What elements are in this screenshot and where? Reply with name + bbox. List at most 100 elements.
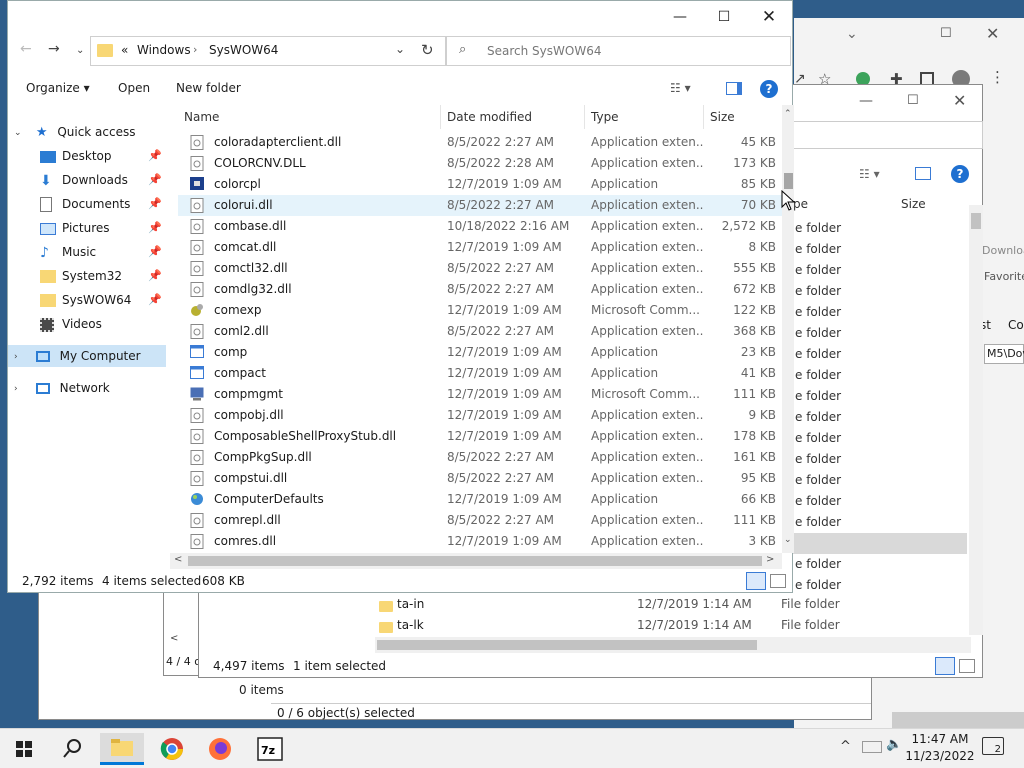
maximize-icon[interactable]: ☐	[940, 26, 952, 41]
file-row[interactable]: comdlg32.dll 8/5/2022 2:27 AM Application …	[178, 279, 782, 300]
pin-icon[interactable]: 📌	[148, 265, 162, 287]
breadcrumb-overflow[interactable]: «	[121, 43, 128, 57]
file-row[interactable]: comcat.dll 12/7/2019 1:09 AM Application e…	[178, 237, 782, 258]
horizontal-scrollbar[interactable]	[375, 637, 971, 653]
path-field[interactable]: M5\Dov	[984, 344, 1024, 364]
date-column-header[interactable]: Date modified	[441, 105, 585, 129]
download-link[interactable]: Downloa	[982, 244, 1024, 257]
scroll-right-icon[interactable]: >	[766, 554, 774, 565]
scroll-left-icon[interactable]: <	[170, 633, 178, 644]
type-column-header[interactable]: pe	[793, 197, 808, 211]
nav-item-documents[interactable]: Documents 📌	[8, 193, 166, 215]
network-tray-icon[interactable]	[862, 741, 882, 753]
search-taskbar-icon[interactable]	[50, 733, 94, 765]
help-icon[interactable]: ?	[951, 165, 969, 183]
file-row[interactable]: compobj.dll 12/7/2019 1:09 AM Application …	[178, 405, 782, 426]
file-row[interactable]: compstui.dll 8/5/2022 2:27 AM Application …	[178, 468, 782, 489]
close-icon[interactable]: ✕	[986, 24, 999, 43]
7zip-taskbar-icon[interactable]: 7z	[248, 733, 292, 765]
type-column-header[interactable]: Type	[585, 105, 704, 129]
forward-arrow-icon[interactable]: →	[48, 41, 60, 57]
preview-pane-icon[interactable]	[915, 167, 931, 180]
file-row[interactable]: comrepl.dll 8/5/2022 2:27 AM Application e…	[178, 510, 782, 531]
file-explorer-taskbar-icon[interactable]	[100, 733, 144, 765]
file-row[interactable]: COLORCNV.DLL 8/5/2022 2:28 AM Application …	[178, 153, 782, 174]
vertical-scrollbar[interactable]	[969, 205, 983, 635]
scroll-up-icon[interactable]: ⌃	[784, 109, 792, 119]
pin-icon[interactable]: 📌	[148, 169, 162, 191]
favorites-link[interactable]: Favorite	[984, 270, 1024, 283]
nav-item-pictures[interactable]: Pictures 📌	[8, 217, 166, 239]
collapse-chevron-icon[interactable]: ›	[14, 378, 26, 400]
help-icon[interactable]: ?	[760, 80, 778, 98]
nav-network[interactable]: › Network	[8, 377, 166, 399]
browser-scrollbar[interactable]	[892, 712, 1024, 728]
menu-icon[interactable]: ⋮	[990, 68, 1005, 86]
details-view-icon[interactable]	[935, 657, 955, 675]
address-bar[interactable]: « Windows › SysWOW64 ⌄ ↻	[90, 36, 446, 66]
file-row[interactable]: comres.dll 12/7/2019 1:09 AM Application e…	[178, 531, 782, 552]
refresh-icon[interactable]: ↻	[421, 41, 434, 59]
file-row[interactable]: coml2.dll 8/5/2022 2:27 AM Application ext…	[178, 321, 782, 342]
file-row[interactable]: CompPkgSup.dll 8/5/2022 2:27 AM Applicatio…	[178, 447, 782, 468]
file-row[interactable]: coloradapterclient.dll 8/5/2022 2:27 AM Ap…	[178, 132, 782, 153]
tiles-view-icon[interactable]	[959, 659, 975, 673]
nav-quick-access[interactable]: ⌄ ★ Quick access	[8, 121, 166, 143]
file-row[interactable]: comctl32.dll 8/5/2022 2:27 AM Application …	[178, 258, 782, 279]
back-arrow-icon[interactable]: ←	[20, 41, 32, 57]
scroll-down-icon[interactable]: ⌄	[784, 535, 792, 545]
address-dropdown-icon[interactable]: ⌄	[395, 42, 405, 56]
tray-overflow-icon[interactable]: ^	[840, 739, 851, 754]
search-input[interactable]: Search SysWOW64	[487, 44, 601, 58]
file-row[interactable]: compmgmt 12/7/2019 1:09 AM Microsoft Comm.…	[178, 384, 782, 405]
details-view-icon[interactable]	[746, 572, 766, 590]
close-icon[interactable]: ✕	[953, 91, 966, 110]
nav-item-music[interactable]: ♪ Music 📌	[8, 241, 166, 263]
file-row[interactable]: comexp 12/7/2019 1:09 AM Microsoft Comm...…	[178, 300, 782, 321]
nav-item-syswow64[interactable]: SysWOW64 📌	[8, 289, 166, 311]
search-field[interactable]	[789, 121, 983, 149]
name-column-header[interactable]: Name	[178, 105, 441, 129]
file-row[interactable]: comp 12/7/2019 1:09 AM Application 23 KB	[178, 342, 782, 363]
pin-icon[interactable]: 📌	[148, 145, 162, 167]
list-item[interactable]: ta-lk 12/7/2019 1:14 AM File folder	[379, 618, 939, 639]
vertical-scrollbar[interactable]: ⌃ ⌄	[782, 105, 794, 553]
size-column-header[interactable]: Size	[901, 197, 926, 211]
size-column-header[interactable]: Size	[704, 105, 782, 129]
organize-button[interactable]: Organize ▾	[26, 81, 90, 95]
search-box[interactable]: ⌕ Search SysWOW64	[446, 36, 791, 66]
pin-icon[interactable]: 📌	[148, 193, 162, 215]
scroll-thumb[interactable]	[784, 173, 793, 189]
pin-icon[interactable]: 📌	[148, 217, 162, 239]
minimize-icon[interactable]: —	[859, 93, 873, 109]
chrome-taskbar-icon[interactable]	[150, 733, 194, 765]
new-folder-button[interactable]: New folder	[176, 81, 241, 95]
file-row[interactable]: colorcpl 12/7/2019 1:09 AM Application 85 K…	[178, 174, 782, 195]
clock-date[interactable]: 11/23/2022	[905, 749, 975, 763]
collapse-chevron-icon[interactable]: ›	[14, 346, 26, 368]
open-button[interactable]: Open	[118, 81, 150, 95]
volume-icon[interactable]: 🔈	[886, 737, 902, 752]
file-row[interactable]: combase.dll 10/18/2022 2:16 AM Application…	[178, 216, 782, 237]
file-row[interactable]: ComputerDefaults 12/7/2019 1:09 AM Applica…	[178, 489, 782, 510]
file-row[interactable]: compact 12/7/2019 1:09 AM Application 41 KB	[178, 363, 782, 384]
view-options-icon[interactable]: ☷ ▾	[859, 167, 880, 181]
horizontal-scrollbar[interactable]: < >	[170, 553, 782, 569]
firefox-taskbar-icon[interactable]	[198, 733, 242, 765]
breadcrumb-syswow64[interactable]: SysWOW64	[209, 43, 278, 57]
recent-chevron-icon[interactable]: ⌄	[76, 45, 84, 56]
preview-pane-icon[interactable]	[726, 82, 742, 95]
pin-icon[interactable]: 📌	[148, 241, 162, 263]
scroll-left-icon[interactable]: <	[174, 554, 182, 565]
file-row[interactable]: ComposableShellProxyStub.dll 12/7/2019 1:…	[178, 426, 782, 447]
h-scroll-thumb[interactable]	[188, 556, 762, 566]
maximize-button[interactable]: ☐	[707, 4, 741, 30]
tiles-view-icon[interactable]	[770, 574, 786, 588]
nav-item-videos[interactable]: Videos	[8, 313, 166, 335]
file-row[interactable]: colorui.dll 8/5/2022 2:27 AM Application e…	[178, 195, 782, 216]
close-button[interactable]: ✕	[752, 4, 786, 30]
pin-icon[interactable]: 📌	[148, 289, 162, 311]
clock-time[interactable]: 11:47 AM	[905, 732, 975, 746]
nav-my-computer[interactable]: › My Computer	[8, 345, 166, 367]
nav-item-system32[interactable]: System32 📌	[8, 265, 166, 287]
